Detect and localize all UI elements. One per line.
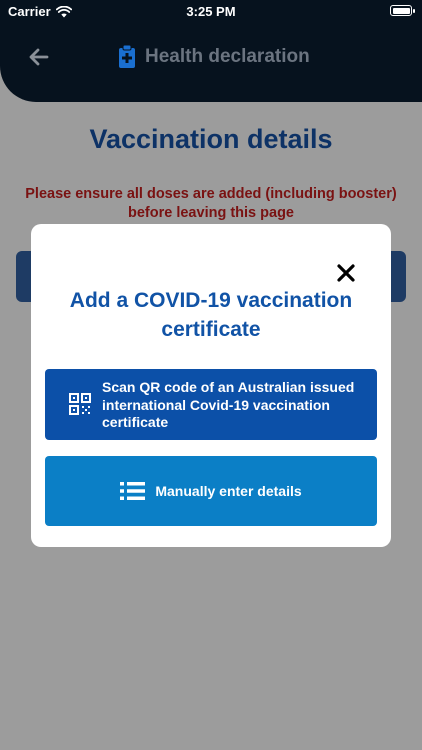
list-icon bbox=[120, 482, 146, 500]
qr-code-icon bbox=[69, 393, 91, 415]
back-arrow-icon bbox=[29, 48, 49, 66]
page-title: Vaccination details bbox=[89, 124, 333, 154]
scan-qr-button[interactable]: Scan QR code of an Australian issued int… bbox=[45, 369, 377, 440]
status-bar: Carrier 3:25 PM bbox=[0, 0, 422, 22]
header-title: Health declaration bbox=[145, 45, 310, 67]
add-certificate-modal: Add a COVID-19 vaccination certificate S… bbox=[31, 224, 391, 547]
dose-warning: Please ensure all doses are added (inclu… bbox=[25, 186, 397, 221]
manual-entry-button[interactable]: Manually enter details bbox=[45, 456, 377, 526]
status-time: 3:25 PM bbox=[186, 4, 236, 19]
back-button[interactable] bbox=[26, 44, 52, 70]
modal-title: Add a COVID-19 vaccination certificate bbox=[69, 289, 353, 341]
manual-entry-button-label: Manually enter details bbox=[155, 483, 302, 499]
close-button[interactable] bbox=[334, 261, 358, 285]
scan-qr-button-label: Scan QR code of an Australian issued int… bbox=[102, 379, 355, 430]
close-icon bbox=[337, 264, 355, 282]
clipboard-medical-icon bbox=[119, 44, 135, 68]
battery-icon bbox=[390, 5, 415, 16]
header-title-group: Health declaration bbox=[118, 44, 310, 69]
